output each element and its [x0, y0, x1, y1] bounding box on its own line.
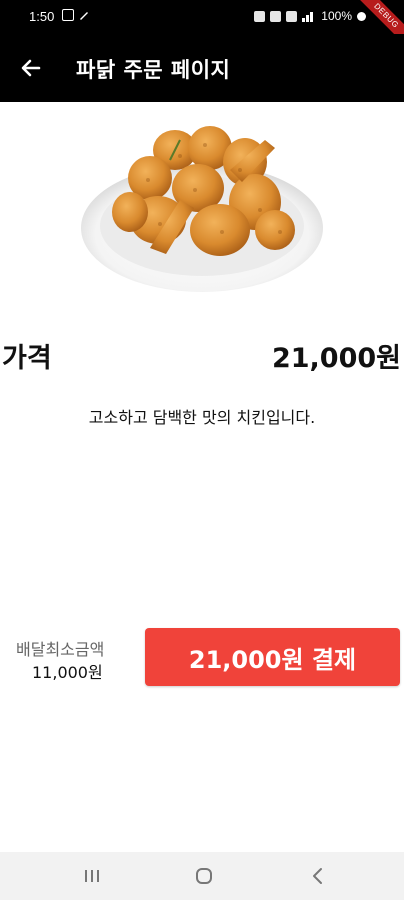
status-bar: 1:50 100% DEBUG [0, 0, 404, 50]
status-system-icons: 100% [254, 9, 366, 23]
page-title: 파닭 주문 페이지 [76, 58, 231, 82]
navigation-bar [0, 852, 404, 900]
back-button[interactable] [14, 51, 48, 85]
edit-icon [80, 12, 88, 20]
recents-button[interactable] [72, 862, 112, 890]
pay-button[interactable]: 21,000원 결제 [145, 628, 400, 686]
mute-icon [270, 10, 282, 22]
price-label: 가격 [2, 343, 52, 374]
gallery-icon [62, 9, 74, 21]
system-back-button[interactable] [298, 862, 338, 890]
product-image [81, 126, 323, 292]
app-bar: 파닭 주문 페이지 [0, 34, 404, 102]
alarm-icon [254, 10, 266, 22]
signal-icon [302, 10, 316, 22]
back-chevron-icon [313, 868, 322, 884]
arrow-left-icon [21, 59, 41, 77]
recents-icon [85, 870, 99, 882]
price-value: 21,000원 [271, 343, 401, 374]
home-icon [196, 868, 212, 884]
product-description: 고소하고 담백한 맛의 치킨입니다. [88, 408, 316, 427]
battery-icon [357, 11, 366, 21]
status-time: 1:50 [29, 9, 55, 24]
min-delivery-label: 배달최소금액 [16, 640, 105, 659]
status-notification-icons [62, 9, 90, 21]
hd-icon [286, 10, 298, 22]
home-button[interactable] [184, 862, 224, 890]
min-delivery-value: 11,000원 [32, 663, 103, 682]
battery-percent: 100% [321, 9, 352, 23]
